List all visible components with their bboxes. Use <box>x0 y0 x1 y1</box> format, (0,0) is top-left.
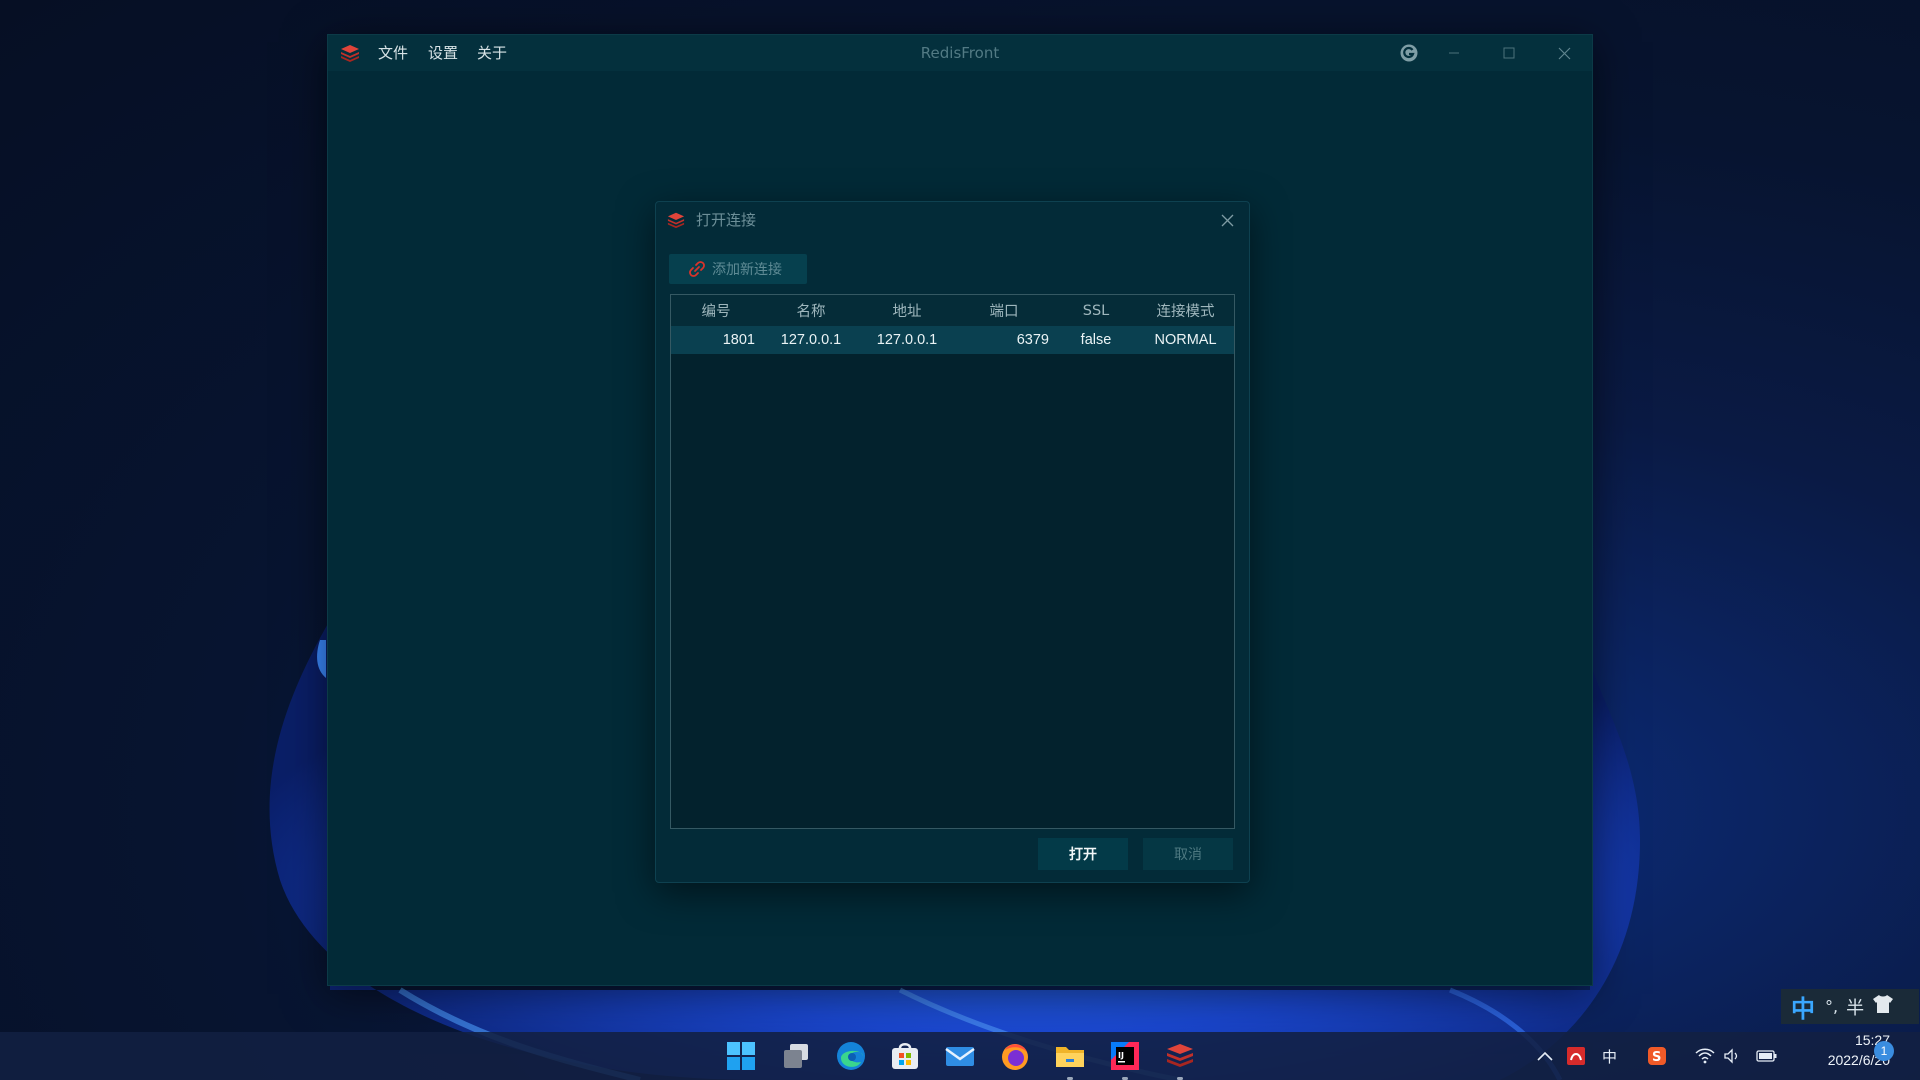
table-header-row: 编号 名称 地址 端口 SSL 连接模式 <box>671 295 1234 326</box>
ime-punctuation-toggle[interactable]: °, <box>1825 997 1838 1016</box>
app-titlebar[interactable]: 文件 设置 关于 RedisFront <box>328 35 1592 71</box>
close-icon <box>1221 214 1233 226</box>
ime-toolbar[interactable]: 中 °, 半 <box>1781 989 1919 1024</box>
cell-port: 6379 <box>953 326 1055 354</box>
app-window: 文件 设置 关于 RedisFront 打开连接 添加新连接 编号 名称 地址 … <box>327 34 1593 986</box>
battery-icon[interactable] <box>1756 1032 1778 1080</box>
connection-table: 编号 名称 地址 端口 SSL 连接模式 1801 127.0.0.1 127.… <box>670 294 1235 829</box>
dialog-close-button[interactable] <box>1213 206 1241 234</box>
cell-name: 127.0.0.1 <box>761 326 861 354</box>
cell-address: 127.0.0.1 <box>861 326 953 354</box>
open-button[interactable]: 打开 <box>1038 838 1128 870</box>
file-explorer-icon[interactable] <box>1054 1040 1086 1072</box>
redis-logo-icon <box>667 212 685 229</box>
notification-badge[interactable]: 1 <box>1874 1041 1894 1061</box>
svg-text:IJ: IJ <box>1118 1051 1124 1060</box>
maximize-button[interactable] <box>1486 35 1532 71</box>
task-view-icon[interactable] <box>780 1040 812 1072</box>
tray-app-icon[interactable] <box>1566 1032 1586 1080</box>
table-row[interactable]: 1801 127.0.0.1 127.0.0.1 6379 false NORM… <box>671 326 1234 354</box>
add-connection-label: 添加新连接 <box>712 262 782 278</box>
close-window-button[interactable] <box>1541 35 1587 71</box>
column-header-mode[interactable]: 连接模式 <box>1137 295 1234 326</box>
redisfront-taskbar-icon[interactable] <box>1164 1040 1196 1072</box>
sogou-input-icon[interactable]: S <box>1647 1032 1667 1080</box>
edge-browser-icon[interactable] <box>835 1040 867 1072</box>
ime-mode-indicator[interactable]: 中 <box>1791 989 1815 1024</box>
menu-file[interactable]: 文件 <box>370 35 416 71</box>
minimize-button[interactable] <box>1431 35 1477 71</box>
wifi-icon[interactable] <box>1695 1032 1715 1080</box>
theme-toggle-icon[interactable] <box>1386 35 1432 71</box>
ime-skin-icon[interactable] <box>1872 994 1894 1019</box>
column-header-name[interactable]: 名称 <box>761 295 861 326</box>
svg-text:S: S <box>1652 1050 1661 1065</box>
intellij-idea-icon[interactable]: IJ <box>1109 1040 1141 1072</box>
menu-about[interactable]: 关于 <box>469 35 515 71</box>
menu-settings[interactable]: 设置 <box>420 35 466 71</box>
windows-start-icon[interactable] <box>725 1040 757 1072</box>
clock-date: 2022/6/20 <box>1827 1052 1890 1068</box>
redis-logo-icon <box>341 45 359 62</box>
clock-time: 15:27 <box>1854 1032 1890 1048</box>
column-header-address[interactable]: 地址 <box>861 295 953 326</box>
add-connection-button[interactable]: 添加新连接 <box>669 254 807 284</box>
column-header-port[interactable]: 端口 <box>953 295 1055 326</box>
cell-ssl: false <box>1055 326 1137 354</box>
tray-ime-indicator[interactable]: 中 <box>1602 1032 1617 1080</box>
cell-mode: NORMAL <box>1137 326 1234 354</box>
firefox-icon[interactable] <box>999 1040 1031 1072</box>
dialog-title: 打开连接 <box>696 211 757 229</box>
mail-icon[interactable] <box>944 1040 976 1072</box>
taskbar: IJ 中 S <box>0 1032 1920 1080</box>
tray-overflow-icon[interactable] <box>1536 1032 1554 1080</box>
column-header-ssl[interactable]: SSL <box>1055 295 1137 326</box>
volume-icon[interactable] <box>1723 1032 1741 1080</box>
dialog-titlebar[interactable]: 打开连接 <box>656 202 1249 238</box>
cell-id: 1801 <box>671 326 761 354</box>
microsoft-store-icon[interactable] <box>889 1040 921 1072</box>
open-connection-dialog: 打开连接 添加新连接 编号 名称 地址 端口 SSL 连接模式 1801 127… <box>655 201 1250 883</box>
cancel-button[interactable]: 取消 <box>1143 838 1233 870</box>
column-header-id[interactable]: 编号 <box>671 295 761 326</box>
link-icon <box>689 261 705 277</box>
ime-width-toggle[interactable]: 半 <box>1846 994 1864 1020</box>
